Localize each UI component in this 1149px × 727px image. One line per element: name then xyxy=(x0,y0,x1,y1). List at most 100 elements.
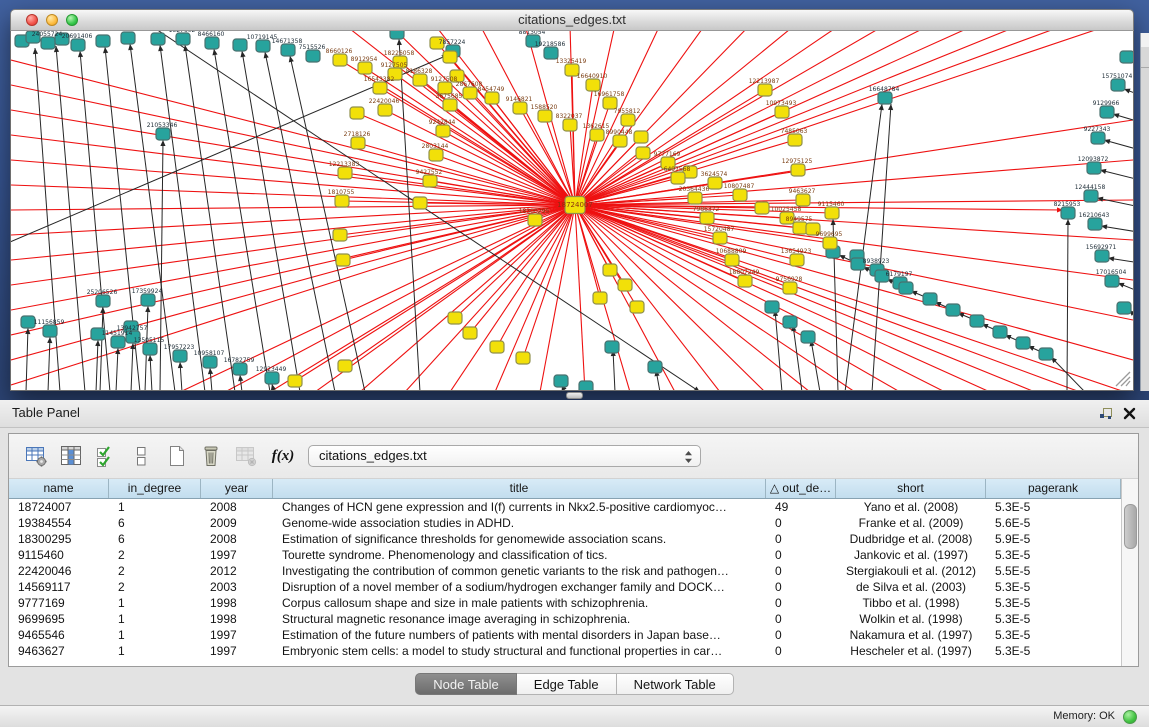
graph-node[interactable] xyxy=(783,316,797,328)
citation-edge[interactable] xyxy=(575,200,1133,205)
graph-node[interactable] xyxy=(333,54,347,66)
graph-node[interactable] xyxy=(413,74,427,86)
graph-node[interactable] xyxy=(688,192,702,204)
column-header-out_de[interactable]: △ out_de… xyxy=(766,479,836,498)
graph-node[interactable] xyxy=(1105,275,1119,287)
column-header-pagerank[interactable]: pagerank xyxy=(986,479,1121,498)
citation-edge[interactable] xyxy=(160,45,205,390)
citation-edge[interactable] xyxy=(185,45,235,390)
graph-node[interactable] xyxy=(306,50,320,62)
graph-node[interactable] xyxy=(538,110,552,122)
graph-node[interactable] xyxy=(41,37,55,49)
graph-node[interactable] xyxy=(233,39,247,51)
table-row[interactable]: 977716911998Corpus callosum shape and si… xyxy=(9,595,1121,611)
graph-node[interactable] xyxy=(1111,79,1125,91)
citation-edge[interactable] xyxy=(613,350,615,390)
citation-edge[interactable] xyxy=(214,49,270,390)
table-row[interactable]: 1938455462009Genome-wide association stu… xyxy=(9,515,1121,531)
delete-column-icon[interactable] xyxy=(196,442,226,470)
graph-node[interactable] xyxy=(621,114,635,126)
table-row[interactable]: 1872400712008Changes of HCN gene express… xyxy=(9,499,1121,515)
network-graph[interactable]: 2405572420691406106532571527602846616010… xyxy=(11,31,1133,390)
graph-node[interactable] xyxy=(423,175,437,187)
graph-node[interactable] xyxy=(775,106,789,118)
graph-node[interactable] xyxy=(634,131,648,143)
graph-node[interactable] xyxy=(1091,132,1105,144)
graph-node[interactable] xyxy=(825,207,839,219)
column-select-icon[interactable] xyxy=(56,442,86,470)
graph-node[interactable] xyxy=(335,195,349,207)
graph-node[interactable] xyxy=(755,202,769,214)
graph-node[interactable] xyxy=(1100,106,1114,118)
citation-edge[interactable] xyxy=(131,343,133,390)
citation-edge[interactable] xyxy=(1051,357,1085,390)
graph-node[interactable] xyxy=(993,326,1007,338)
citation-edge[interactable] xyxy=(11,160,575,205)
citation-edge[interactable] xyxy=(575,31,1110,205)
graph-node[interactable] xyxy=(605,341,619,353)
graph-node[interactable] xyxy=(648,361,662,373)
graph-node[interactable] xyxy=(350,107,364,119)
graph-node[interactable] xyxy=(1087,162,1101,174)
zoom-window-button[interactable] xyxy=(66,14,78,26)
citation-edge[interactable] xyxy=(405,205,575,390)
table-row[interactable]: 1456911722003Disruption of a novel membe… xyxy=(9,579,1121,595)
citation-edge[interactable] xyxy=(811,340,820,390)
graph-node[interactable] xyxy=(788,134,802,146)
table-row[interactable]: 1830029562008Estimation of significance … xyxy=(9,531,1121,547)
graph-node[interactable] xyxy=(630,301,644,313)
graph-node[interactable] xyxy=(790,254,804,266)
citation-edge[interactable] xyxy=(385,110,575,205)
graph-node[interactable] xyxy=(351,137,365,149)
tab-node-table[interactable]: Node Table xyxy=(415,673,517,695)
graph-node[interactable] xyxy=(733,189,747,201)
graph-node[interactable] xyxy=(378,104,392,116)
close-panel-icon[interactable] xyxy=(1122,406,1137,421)
graph-node[interactable] xyxy=(725,254,739,266)
citation-edge[interactable] xyxy=(845,104,882,390)
column-header-year[interactable]: year xyxy=(201,479,273,498)
citation-edge[interactable] xyxy=(100,307,103,390)
column-header-name[interactable]: name xyxy=(9,479,109,498)
table-row[interactable]: 946554611997Estimation of the future num… xyxy=(9,627,1121,643)
graph-node[interactable] xyxy=(143,343,157,355)
graph-node[interactable] xyxy=(899,282,913,294)
tab-network-table[interactable]: Network Table xyxy=(617,673,734,695)
citation-edge[interactable] xyxy=(1067,219,1068,390)
graph-node[interactable] xyxy=(636,147,650,159)
close-window-button[interactable] xyxy=(26,14,38,26)
minimize-window-button[interactable] xyxy=(46,14,58,26)
citation-edge[interactable] xyxy=(48,337,50,390)
new-table-icon[interactable] xyxy=(161,442,191,470)
graph-node[interactable] xyxy=(141,294,155,306)
graph-node[interactable] xyxy=(618,279,632,291)
graph-node[interactable] xyxy=(43,325,57,337)
graph-node[interactable] xyxy=(823,237,837,249)
graph-node[interactable] xyxy=(463,327,477,339)
graph-node[interactable] xyxy=(390,31,404,39)
table-vertical-scrollbar[interactable] xyxy=(1121,479,1138,666)
graph-node[interactable] xyxy=(485,92,499,104)
graph-node[interactable] xyxy=(586,79,600,91)
citation-edge[interactable] xyxy=(575,31,1020,205)
scrollbar-thumb[interactable] xyxy=(1124,504,1137,549)
citation-edge[interactable] xyxy=(116,348,118,390)
graph-node[interactable] xyxy=(1084,190,1098,202)
graph-node[interactable] xyxy=(513,102,527,114)
graph-node[interactable] xyxy=(946,304,960,316)
resize-grip[interactable] xyxy=(1121,377,1130,386)
graph-node[interactable] xyxy=(429,149,443,161)
graph-node[interactable] xyxy=(1016,337,1030,349)
graph-node[interactable] xyxy=(923,293,937,305)
graph-node[interactable] xyxy=(448,312,462,324)
graph-node[interactable] xyxy=(1039,348,1053,360)
graph-node[interactable] xyxy=(1117,302,1131,314)
citation-edge[interactable] xyxy=(575,205,900,390)
citation-edge[interactable] xyxy=(96,340,98,390)
row-height-icon[interactable] xyxy=(126,442,156,470)
graph-node[interactable] xyxy=(205,37,219,49)
graph-node[interactable] xyxy=(265,372,279,384)
graph-node[interactable] xyxy=(173,350,187,362)
float-panel-icon[interactable] xyxy=(1098,406,1113,421)
resize-grip[interactable] xyxy=(1126,381,1130,386)
